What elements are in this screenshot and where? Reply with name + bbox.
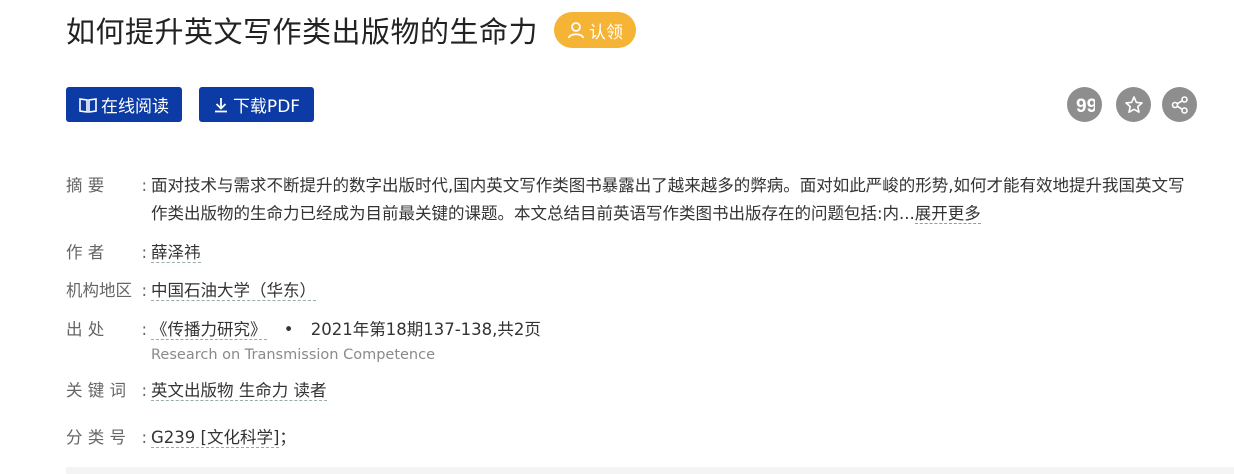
- separator-dot: •: [283, 320, 294, 339]
- share-icon: [1171, 95, 1188, 114]
- issue-info: 2021年第18期137-138,共2页: [310, 320, 541, 339]
- class-row: 分 类 号: G239 [文化科学]；: [66, 424, 296, 452]
- read-online-label: 在线阅读: [101, 97, 169, 117]
- keywords-link[interactable]: 英文出版物 生命力 读者: [151, 381, 327, 401]
- read-online-button[interactable]: 在线阅读: [66, 87, 182, 122]
- org-row: 机构地区: 中国石油大学（华东）: [66, 277, 316, 305]
- abstract-row: 摘 要: 面对技术与需求不断提升的数字出版时代,国内英文写作类图书暴露出了越来越…: [66, 172, 1196, 228]
- keywords-row: 关 键 词: 英文出版物 生命力 读者: [66, 377, 327, 405]
- page-title: 如何提升英文写作类出版物的生命力: [66, 15, 539, 49]
- journal-english-name: Research on Transmission Competence: [151, 347, 436, 363]
- author-label: 作 者:: [66, 243, 147, 262]
- claim-button[interactable]: 认领: [554, 12, 637, 48]
- claim-label: 认领: [589, 22, 624, 43]
- download-icon: [214, 97, 227, 112]
- cite-button[interactable]: 99: [1067, 87, 1102, 122]
- book-icon: [79, 97, 97, 113]
- author-row: 作 者: 薛泽祎: [66, 239, 201, 267]
- source-label: 出 处:: [66, 320, 147, 339]
- favorite-button[interactable]: [1116, 87, 1151, 122]
- abstract-body: 面对技术与需求不断提升的数字出版时代,国内英文写作类图书暴露出了越来越多的弊病。…: [151, 176, 1185, 223]
- share-button[interactable]: [1162, 87, 1197, 122]
- class-code-link[interactable]: G239 [文化科学]: [151, 428, 280, 448]
- org-label: 机构地区:: [66, 281, 147, 300]
- download-pdf-label: 下载PDF: [232, 97, 301, 117]
- svg-text:99: 99: [1076, 97, 1095, 113]
- class-separator: ；: [279, 428, 296, 447]
- org-link[interactable]: 中国石油大学（华东）: [151, 281, 316, 301]
- quote-icon: 99: [1076, 97, 1095, 113]
- expand-more-link[interactable]: 展开更多: [914, 204, 981, 224]
- title-row: 如何提升英文写作类出版物的生命力 认领: [66, 10, 637, 50]
- journal-link[interactable]: 《传播力研究》: [151, 320, 267, 340]
- abstract-text: 面对技术与需求不断提升的数字出版时代,国内英文写作类图书暴露出了越来越多的弊病。…: [151, 172, 1196, 228]
- keywords-label: 关 键 词:: [66, 381, 147, 400]
- download-pdf-button[interactable]: 下载PDF: [199, 87, 314, 122]
- star-icon: [1124, 95, 1143, 113]
- class-label: 分 类 号:: [66, 428, 147, 447]
- abstract-label: 摘 要:: [66, 176, 147, 195]
- bottom-divider: [66, 467, 1234, 474]
- user-icon: [568, 22, 584, 39]
- source-row: 出 处: 《传播力研究》 • 2021年第18期137-138,共2页 Rese…: [66, 316, 541, 366]
- author-link[interactable]: 薛泽祎: [151, 243, 201, 263]
